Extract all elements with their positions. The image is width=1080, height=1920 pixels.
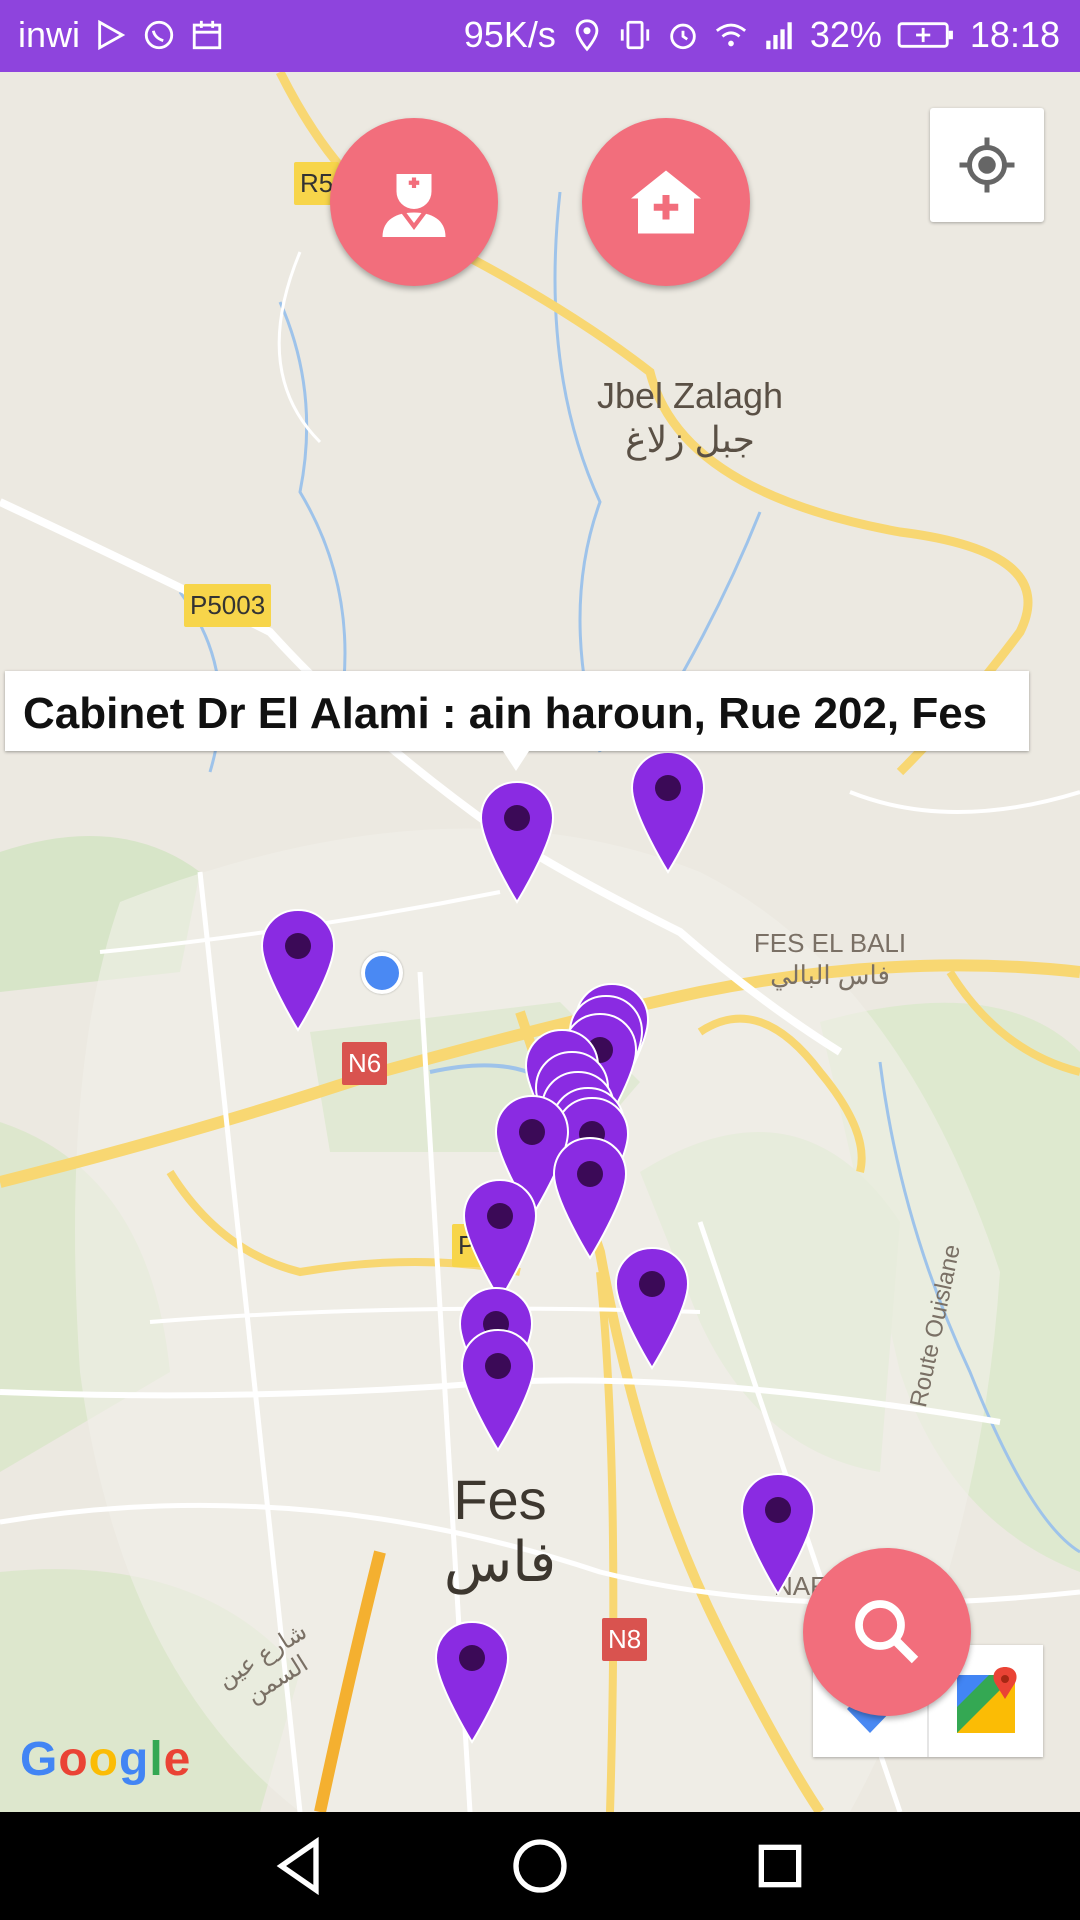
wifi-icon (714, 18, 748, 52)
battery-percent: 32% (809, 14, 882, 55)
map-pin-icon (260, 908, 336, 1032)
hospitals-fab[interactable] (582, 118, 750, 286)
recents-icon (758, 1844, 802, 1888)
clinic-marker[interactable] (260, 908, 336, 1032)
hospital-icon (631, 170, 701, 234)
clock: 18:18 (969, 14, 1060, 55)
label-fes: Fes (453, 1468, 547, 1531)
marker-info-window[interactable]: Cabinet Dr El Alami : ain haroun, Rue 20… (5, 671, 1029, 751)
net-speed-label: 95K/s (463, 14, 556, 55)
map-pin-icon (740, 1472, 816, 1596)
search-fab[interactable] (803, 1548, 971, 1716)
my-location-button[interactable] (930, 108, 1044, 222)
map-pin-icon (630, 750, 706, 874)
current-location-dot (361, 952, 403, 994)
doctor-icon (382, 174, 446, 237)
alarm-icon (666, 18, 700, 52)
location-icon (570, 18, 604, 52)
my-location-icon (959, 137, 1015, 193)
battery-charging-icon (896, 18, 956, 52)
clinic-marker[interactable] (740, 1472, 816, 1596)
play-store-icon (94, 18, 128, 52)
navigation-bar (0, 1812, 1080, 1920)
clinic-marker[interactable] (630, 750, 706, 874)
home-icon (513, 1839, 567, 1893)
google-logo: Google (20, 1732, 191, 1787)
calendar-icon (190, 18, 224, 52)
clinic-marker[interactable] (434, 1620, 510, 1744)
clinic-marker[interactable] (614, 1246, 690, 1370)
road-tag-p5003: P5003 (184, 584, 272, 627)
map-pin-icon (614, 1246, 690, 1370)
label-fes-el-bali: FES EL BALI (753, 928, 907, 958)
whatsapp-icon (142, 18, 176, 52)
clinic-marker[interactable] (460, 1328, 536, 1452)
label-fes-ar: فاس (443, 1530, 557, 1593)
clinic-marker[interactable] (552, 1136, 628, 1260)
doctors-fab[interactable] (330, 118, 498, 286)
google-logo-text: Google (20, 1733, 192, 1786)
status-bar: inwi 95K/s 32% 18:18 (0, 0, 1080, 72)
map-pin-icon (434, 1620, 510, 1744)
search-icon (855, 1600, 919, 1664)
map-pin-icon (462, 1178, 538, 1302)
label-jbel-zalagh-ar: جبل زلاغ (625, 419, 755, 460)
back-button[interactable] (268, 1834, 332, 1898)
back-icon (276, 1836, 319, 1896)
label-jbel-zalagh: Jbel Zalagh (596, 375, 784, 416)
clinic-marker[interactable] (462, 1178, 538, 1302)
carrier-label: inwi (18, 14, 81, 55)
road-tag-n8: N8 (602, 1618, 648, 1661)
map-pin-icon (552, 1136, 628, 1260)
map-view[interactable]: Jbel Zalagh جبل زلاغ FES EL BALI فاس الب… (0, 72, 1080, 1812)
home-button[interactable] (508, 1834, 572, 1898)
info-window-text: Cabinet Dr El Alami : ain haroun, Rue 20… (23, 689, 988, 738)
vibrate-icon (618, 18, 652, 52)
label-fes-el-bali-ar: فاس البالي (770, 960, 890, 990)
recents-button[interactable] (748, 1834, 812, 1898)
map-pin-icon (479, 780, 555, 904)
signal-icon (762, 18, 796, 52)
info-window-tail (503, 751, 529, 771)
road-tag-n6: N6 (342, 1042, 388, 1085)
clinic-marker[interactable] (479, 780, 555, 904)
map-pin-icon (460, 1328, 536, 1452)
